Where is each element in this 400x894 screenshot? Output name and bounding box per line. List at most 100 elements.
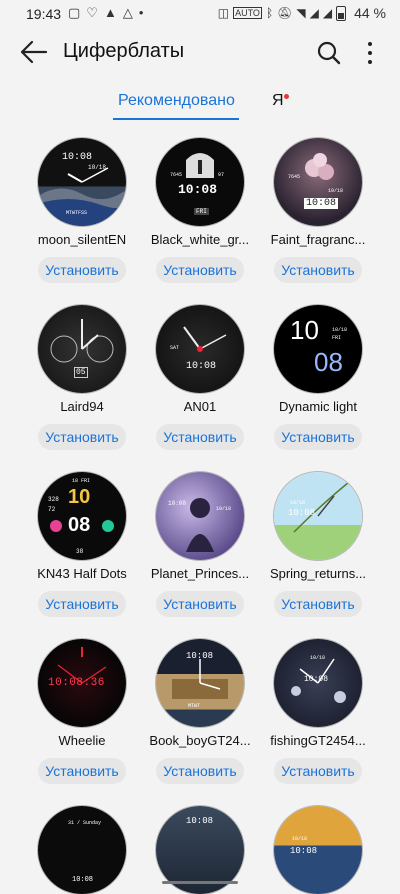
watchface-preview[interactable]: 10 08 10/18 FRI	[274, 305, 362, 393]
watchface-preview[interactable]: 10:08 10/18	[156, 472, 244, 560]
watchface-name: Spring_returns...	[269, 566, 367, 581]
watchface-card[interactable]: 10:08 10/18	[256, 806, 380, 894]
watchface-preview[interactable]: 10:08 10/18	[274, 639, 362, 727]
face-time: 10:08	[304, 675, 329, 684]
watchface-card[interactable]: 10:08 7645 10/18 Faint_fragranc... Устан…	[256, 138, 380, 283]
install-button[interactable]: Установить	[156, 591, 244, 617]
face-time: 10:08	[186, 816, 214, 826]
signal2-icon: ◢	[322, 6, 333, 20]
camera-icon: ◫	[217, 6, 230, 20]
face-date: 31 / Sunday	[68, 820, 102, 826]
install-button[interactable]: Установить	[274, 424, 362, 450]
watchface-card[interactable]: 31 / Sunday 10:08	[20, 806, 144, 894]
message-icon: ▢	[68, 5, 81, 20]
face-steps: 7645	[288, 174, 301, 180]
install-button[interactable]: Установить	[38, 758, 126, 784]
face-date: 10/18	[290, 500, 306, 506]
more-button[interactable]	[358, 38, 382, 68]
status-time: 19:43	[26, 6, 62, 22]
watchface-preview[interactable]: 10:08 SAT	[156, 305, 244, 393]
watchface-card[interactable]: 10:08 MTWT Book_boyGT24... Установить	[138, 639, 262, 784]
face-date: 10/18	[310, 655, 326, 661]
auto-icon: AUTO	[233, 7, 262, 19]
app-bar: Циферблаты	[0, 28, 400, 76]
tab-me[interactable]: Я	[272, 92, 284, 110]
install-button[interactable]: Установить	[274, 758, 362, 784]
watchface-name: Book_boyGT24...	[149, 733, 251, 748]
gesture-home-bar[interactable]	[162, 881, 238, 884]
install-button[interactable]: Установить	[38, 424, 126, 450]
watchface-card[interactable]: 10:08 7645 97 FRI Black_white_gr... Уста…	[138, 138, 262, 283]
watchface-preview[interactable]: 10:08:36	[38, 639, 126, 727]
search-icon	[317, 41, 341, 65]
mute-icon: 🔕︎	[277, 6, 293, 20]
watchface-name: Faint_fragranc...	[270, 232, 366, 247]
watchface-card[interactable]: 10:08 10/18 Planet_Princes... Установить	[138, 472, 262, 617]
system-icons: ◫ AUTO ᛒ 🔕︎ ◥ ◢ ◢ 44 %	[218, 5, 386, 21]
battery-icon	[336, 5, 347, 21]
back-arrow-icon	[20, 40, 48, 64]
face-time: 10:08:36	[48, 677, 105, 689]
more-vertical-icon	[368, 42, 372, 64]
heart-icon: ♡	[86, 5, 98, 20]
install-button[interactable]: Установить	[156, 257, 244, 283]
watchface-name: KN43 Half Dots	[37, 566, 127, 581]
drive-icon: △	[122, 5, 133, 20]
face-time: 10:08	[178, 182, 218, 197]
install-button[interactable]: Установить	[274, 257, 362, 283]
search-button[interactable]	[314, 38, 344, 68]
face-date: FRI	[194, 208, 209, 215]
watchface-preview[interactable]: 10:08 MTWT	[156, 639, 244, 727]
watchface-preview[interactable]: 10:08 7645 10/18	[274, 138, 362, 226]
watchface-card[interactable]: 10 08 18 FRI 328 72 38 KN43 Half Dots Ус…	[20, 472, 144, 617]
notification-dot	[284, 94, 289, 99]
watchface-card[interactable]: 10 08 10/18 FRI Dynamic light Установить	[256, 305, 380, 450]
face-date: 10/18	[216, 506, 232, 512]
watchface-preview[interactable]: 05	[38, 305, 126, 393]
bluetooth-icon: ᛒ	[265, 6, 274, 20]
install-button[interactable]: Установить	[38, 257, 126, 283]
watchface-preview[interactable]: 10:08 10/18	[274, 806, 362, 894]
install-button[interactable]: Установить	[274, 591, 362, 617]
dot-icon: •	[138, 5, 144, 20]
face-hour: 10	[290, 315, 319, 345]
app-icon: ▲	[103, 5, 117, 20]
face-day: SAT	[170, 345, 180, 351]
face-time: 10:08	[288, 508, 316, 518]
watchface-card[interactable]: 10:08 10/18 fishingGT2454... Установить	[256, 639, 380, 784]
face-time: 10:08	[72, 876, 94, 884]
watchface-card[interactable]: 10:08:36 Wheelie Установить	[20, 639, 144, 784]
flower-icon	[305, 153, 334, 180]
install-button[interactable]: Установить	[38, 591, 126, 617]
watchface-name: fishingGT2454...	[270, 733, 366, 748]
watchface-preview[interactable]: 10:08 10/18	[274, 472, 362, 560]
watchface-name: Wheelie	[58, 733, 106, 748]
face-day: FRI	[332, 335, 342, 341]
watchface-preview[interactable]: 10:08 10/18 MTWTFSS	[38, 138, 126, 226]
face-date: 10/18	[332, 327, 348, 333]
face-weekdays: MTWT	[188, 703, 201, 709]
watchface-card[interactable]: 05 Laird94 Установить	[20, 305, 144, 450]
install-button[interactable]: Установить	[156, 758, 244, 784]
face-time: 10:08	[186, 651, 214, 661]
watchface-preview[interactable]: 10 08 18 FRI 328 72 38	[38, 472, 126, 560]
tab-recommended[interactable]: Рекомендовано	[118, 92, 235, 110]
face-time: 10:08	[168, 500, 187, 507]
status-bar: 19:43 ▢ ♡ ▲ △ • ◫ AUTO ᛒ 🔕︎ ◥ ◢ ◢ 44 %	[0, 0, 400, 28]
install-button[interactable]: Установить	[156, 424, 244, 450]
watchface-card[interactable]: 10:08 10/18 Spring_returns... Установить	[256, 472, 380, 617]
watchface-card[interactable]: 10:08 10/18 MTWTFSS moon_silentEN Устано…	[20, 138, 144, 283]
watchface-preview[interactable]: 10:08 7645 97 FRI	[156, 138, 244, 226]
watchface-card[interactable]: 10:08 SAT AN01 Установить	[138, 305, 262, 450]
face-time: 10:08	[304, 198, 339, 209]
page-title: Циферблаты	[63, 40, 185, 62]
battery-percent: 44 %	[354, 5, 386, 21]
back-button[interactable]	[18, 38, 50, 66]
watchface-name: Laird94	[60, 399, 104, 414]
watchface-name: Dynamic light	[278, 399, 358, 414]
face-minute: 08	[314, 347, 343, 377]
face-time: 10:08	[290, 846, 318, 856]
watchface-preview[interactable]: 31 / Sunday 10:08	[38, 806, 126, 894]
face-heart-rate: 97	[218, 172, 225, 178]
face-date: 10/18	[328, 188, 344, 194]
